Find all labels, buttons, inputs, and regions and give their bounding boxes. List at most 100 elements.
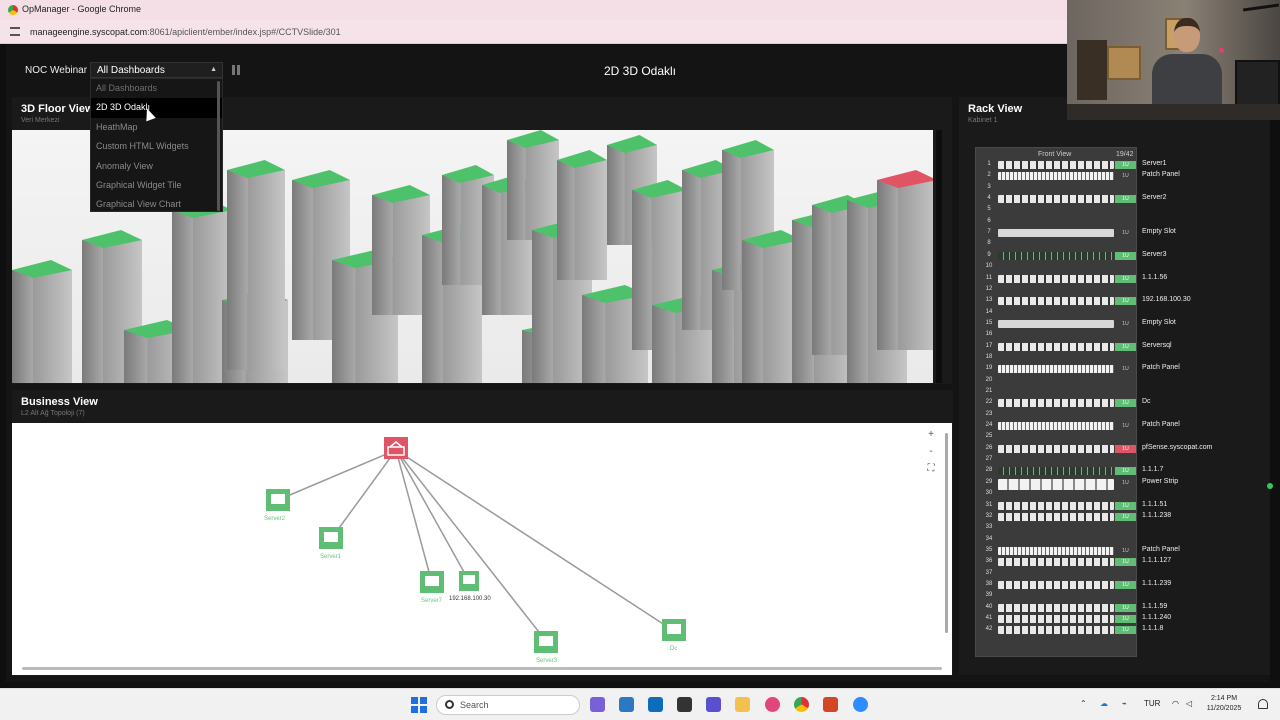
rack-device-label[interactable]: Patch Panel [1142, 364, 1180, 371]
rack-device[interactable] [998, 342, 1114, 351]
input-language[interactable]: TUR [1144, 699, 1160, 708]
rack-device-label[interactable]: Server2 [1142, 194, 1167, 201]
rack-device-label[interactable]: 1.1.1.51 [1142, 501, 1167, 508]
tray-chevron-icon[interactable]: ⌃ [1080, 699, 1087, 708]
fit-screen-icon[interactable]: ⛶ [924, 463, 938, 475]
rack-device[interactable] [998, 229, 1114, 238]
rack-device-label[interactable]: Patch Panel [1142, 421, 1180, 428]
zoom-out-button[interactable]: - [924, 446, 938, 458]
rack-device[interactable] [998, 195, 1114, 204]
rack-device-label[interactable]: Patch Panel [1142, 546, 1180, 553]
outlook-app-icon[interactable] [648, 697, 663, 712]
server-rack-3d[interactable] [12, 260, 72, 383]
dropdown-option[interactable]: Graphical View Chart [91, 195, 222, 214]
floor-scrollbar[interactable] [936, 130, 942, 383]
rack-unit-number: 18 [985, 353, 993, 360]
powerpoint-app-icon[interactable] [823, 697, 838, 712]
rack-device[interactable] [998, 603, 1114, 612]
volume-icon[interactable]: ◁ [1186, 699, 1192, 708]
rack-unit-number: 8 [987, 240, 991, 247]
rack-device-label[interactable]: Empty Slot [1142, 228, 1176, 235]
rack-device[interactable] [998, 626, 1114, 635]
dropdown-scrollbar[interactable] [217, 81, 220, 211]
rack-device-label[interactable]: Patch Panel [1142, 171, 1180, 178]
rack-device-label[interactable]: Serversql [1142, 342, 1172, 349]
dropdown-option[interactable]: Anomaly View [91, 157, 222, 176]
rack-capacity: 19/42 [1116, 151, 1134, 158]
wifi-icon[interactable]: ◠ [1172, 699, 1179, 708]
firewall-node[interactable] [384, 437, 408, 459]
server-rack-3d[interactable] [877, 170, 933, 350]
rack-device[interactable] [998, 546, 1114, 555]
rack-device[interactable] [998, 467, 1114, 476]
url-text[interactable]: manageengine.syscopat.com:8061/apiclient… [30, 27, 341, 37]
server-rack-3d[interactable] [557, 150, 607, 280]
onedrive-icon[interactable]: ☁ [1100, 699, 1108, 708]
business-view-subtitle: L2 Alt Ağ Topoloji (7) [21, 410, 85, 417]
taskbar-search[interactable]: Search [436, 695, 580, 715]
rack-device[interactable] [998, 444, 1114, 453]
rack-device-label[interactable]: Server1 [1142, 160, 1167, 167]
rack-device-label[interactable]: Empty Slot [1142, 319, 1176, 326]
system-clock[interactable]: 2:14 PM 11/20/2025 [1196, 694, 1252, 714]
rack-device-label[interactable]: 1.1.1.239 [1142, 580, 1171, 587]
dropdown-option[interactable]: 2D 3D Odaklı [91, 98, 222, 118]
dropdown-option[interactable]: All Dashboards [91, 79, 222, 98]
rack-device[interactable] [998, 365, 1114, 374]
topology-vertical-scrollbar[interactable] [945, 433, 948, 633]
rack-device-label[interactable]: 1.1.1.56 [1142, 274, 1167, 281]
zoom-app-icon[interactable] [853, 697, 868, 712]
rack-device-label[interactable]: 192.168.100.30 [1142, 296, 1191, 303]
rack-device-label[interactable]: 1.1.1.238 [1142, 512, 1171, 519]
file-explorer-icon[interactable] [735, 697, 750, 712]
rack-device[interactable] [998, 399, 1114, 408]
rack-device-label[interactable]: 1.1.1.59 [1142, 603, 1167, 610]
dropdown-option[interactable]: Custom HTML Widgets [91, 137, 222, 156]
dropdown-option[interactable]: Graphical Widget Tile [91, 176, 222, 195]
tool-app-icon[interactable] [706, 697, 721, 712]
rack-device[interactable] [998, 558, 1114, 567]
start-button-icon[interactable] [411, 697, 427, 713]
topology-horizontal-scrollbar[interactable] [22, 667, 942, 670]
defender-app-icon[interactable] [619, 697, 634, 712]
rack-device[interactable] [998, 161, 1114, 169]
dropdown-option[interactable]: HeathMap [91, 118, 222, 137]
rack-device[interactable] [998, 615, 1114, 623]
rack-device-label[interactable]: Dc [1142, 398, 1151, 405]
rack-device[interactable] [998, 297, 1114, 306]
topology-canvas[interactable]: Server2 Server1 Server7 192.168.100.30 S… [12, 423, 952, 675]
teams-app-icon[interactable] [590, 697, 605, 712]
server-rack-3d[interactable] [507, 130, 559, 240]
rack-device[interactable] [998, 580, 1114, 589]
rack-device[interactable] [998, 251, 1114, 260]
terminal-app-icon[interactable] [677, 697, 692, 712]
rack-device-label[interactable]: 1.1.1.127 [1142, 557, 1171, 564]
rack-unit-number: 10 [985, 263, 993, 270]
rack-device[interactable] [998, 478, 1114, 490]
rack-device[interactable] [998, 172, 1114, 181]
rack-device[interactable] [998, 512, 1114, 521]
rack-device[interactable] [998, 422, 1114, 431]
rack-device-label[interactable]: Power Strip [1142, 478, 1178, 485]
address-bar[interactable]: manageengine.syscopat.com:8061/apiclient… [0, 20, 1070, 44]
rack-device-label[interactable]: 1.1.1.7 [1142, 466, 1163, 473]
rack-device-label[interactable]: pfSense.syscopat.com [1142, 444, 1212, 451]
server-rack-3d[interactable] [372, 185, 430, 315]
rack-device-label[interactable]: Server3 [1142, 251, 1167, 258]
rack-device[interactable] [998, 274, 1114, 283]
rack-device-label[interactable]: 1.1.1.8 [1142, 625, 1163, 632]
rack-unit-badge: 1U [1115, 467, 1136, 476]
site-settings-icon[interactable] [10, 27, 20, 36]
rack-device[interactable] [998, 501, 1114, 510]
server-nodes[interactable] [266, 489, 686, 653]
chrome-taskbar-icon[interactable] [794, 697, 809, 712]
zoom-in-button[interactable]: + [924, 429, 938, 441]
rack-device-label[interactable]: 1.1.1.240 [1142, 614, 1171, 621]
notification-bell-icon[interactable] [1258, 699, 1268, 709]
server-rack-3d[interactable] [227, 160, 285, 370]
windows-taskbar: Search ⌃ ☁ ⌁ TUR ◠ ◁ 2:14 PM 11/20/2025 [0, 688, 1280, 720]
language-switch-icon[interactable]: ⌁ [1122, 699, 1127, 708]
copilot-app-icon[interactable] [765, 697, 780, 712]
rack-device[interactable] [998, 319, 1114, 328]
dashboard-dropdown-menu[interactable]: All Dashboards 2D 3D Odaklı HeathMap Custom… [90, 78, 223, 212]
